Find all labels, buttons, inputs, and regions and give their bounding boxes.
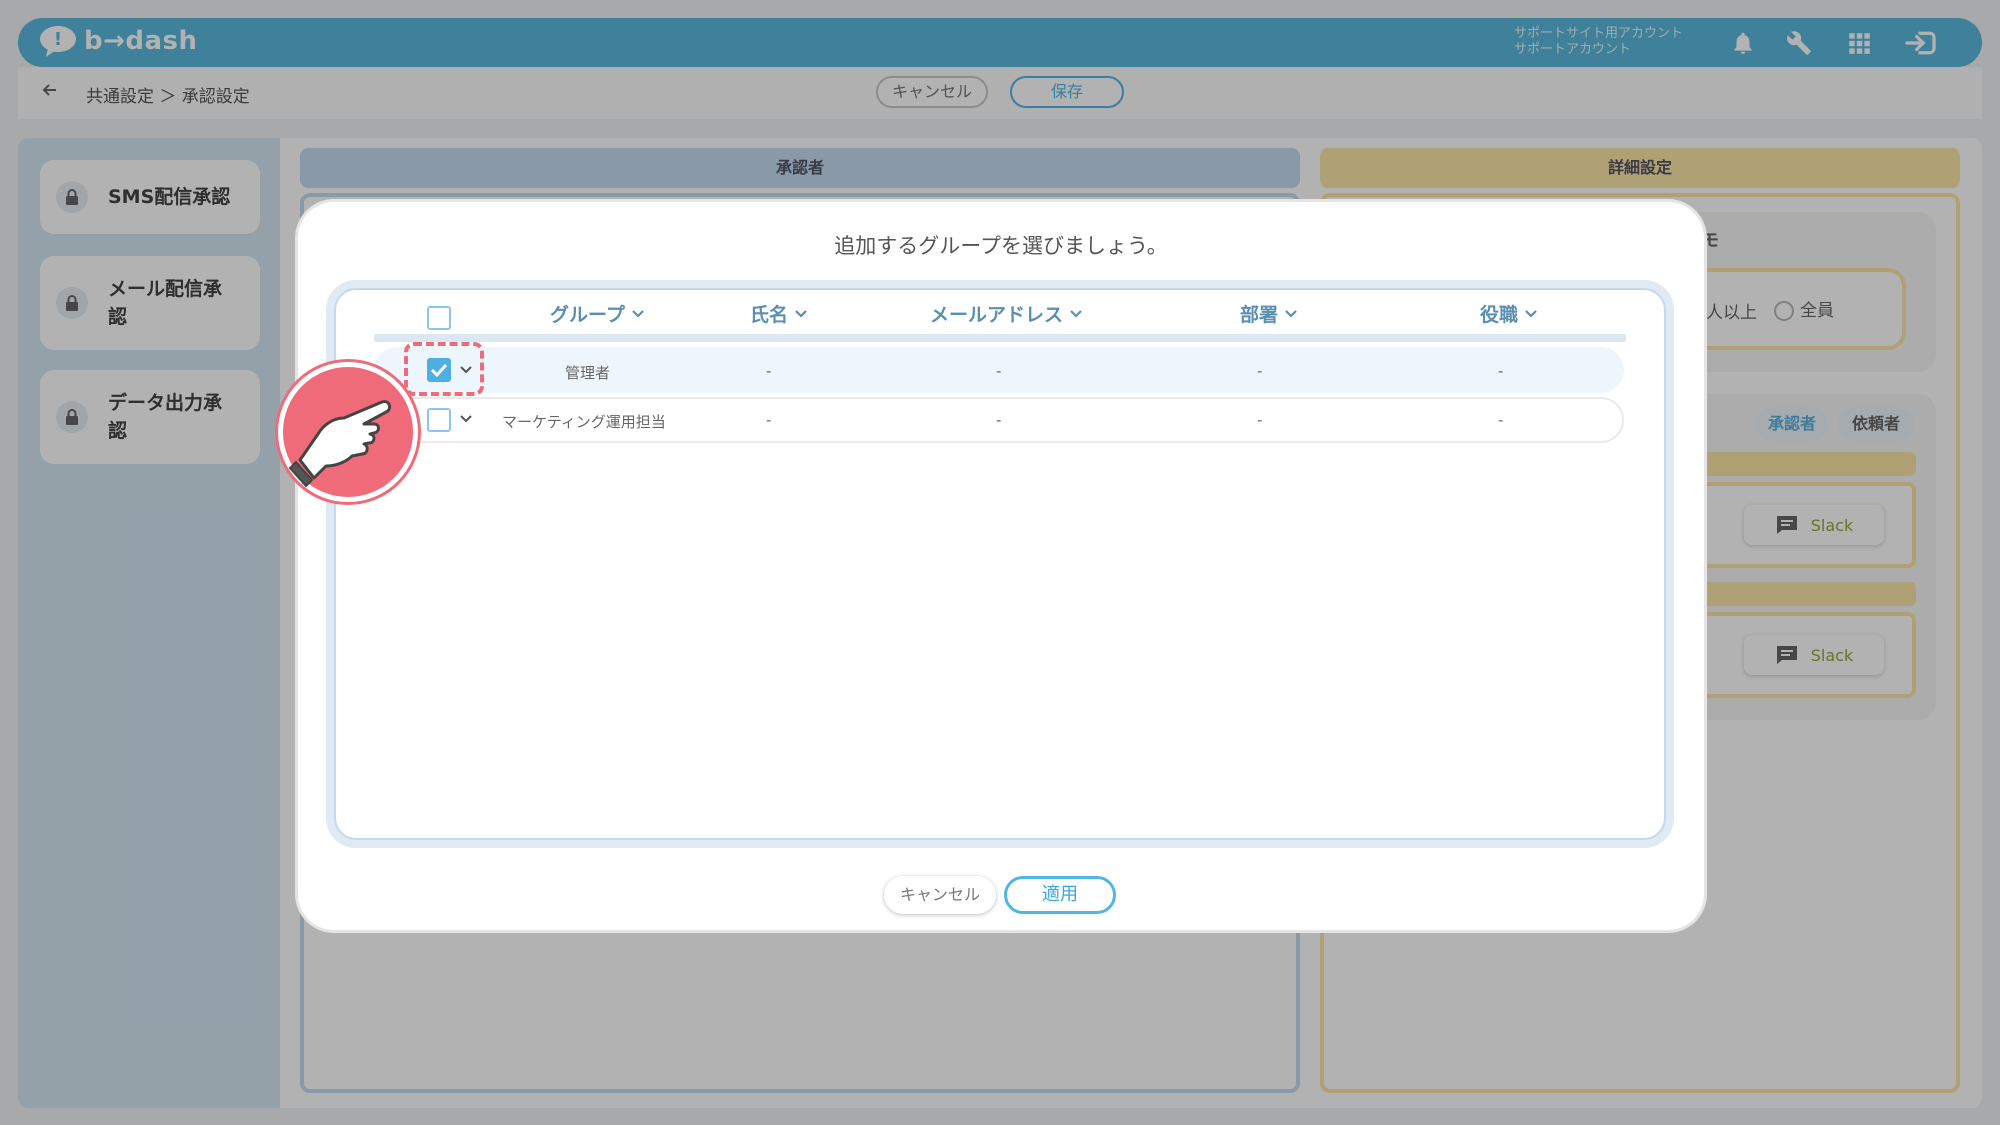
column-header-label: 部署 [1240,304,1279,326]
column-header-department[interactable]: 部署 [1240,300,1298,327]
select-all-checkbox[interactable] [427,306,451,330]
pointing-hand-icon [288,400,392,488]
cell-group: 管理者 [565,364,611,382]
chevron-down-icon [1285,309,1297,318]
column-header-name[interactable]: 氏名 [750,300,808,327]
pointing-hand-badge [278,362,418,502]
column-header-label: グループ [550,304,625,326]
chevron-down-icon [795,309,807,318]
row-checkbox[interactable] [427,408,451,432]
cell-name: - [766,362,772,380]
cell-email: - [996,362,1002,380]
column-header-email[interactable]: メールアドレス [930,300,1083,327]
chevron-down-icon [1070,309,1082,318]
cell-email: - [996,411,1002,429]
chevron-down-icon [1525,309,1537,318]
cell-department: - [1257,411,1263,429]
cell-role: - [1498,411,1504,429]
cell-role: - [1498,362,1504,380]
column-header-label: メールアドレス [930,304,1064,326]
table-header-divider [374,334,1626,342]
cell-name: - [766,411,772,429]
chevron-down-icon [632,309,644,318]
column-header-group[interactable]: グループ [550,300,645,327]
modal-apply-button[interactable]: 適用 [1004,876,1116,914]
column-header-role[interactable]: 役職 [1480,300,1538,327]
cell-department: - [1257,362,1263,380]
cell-group: マーケティング運用担当 [502,413,666,431]
modal-title: 追加するグループを選びましょう。 [834,234,1168,258]
modal-cancel-button[interactable]: キャンセル [884,876,996,914]
row-expand-chevron-icon[interactable] [459,414,473,424]
column-header-label: 役職 [1480,304,1519,326]
column-header-label: 氏名 [750,304,789,326]
